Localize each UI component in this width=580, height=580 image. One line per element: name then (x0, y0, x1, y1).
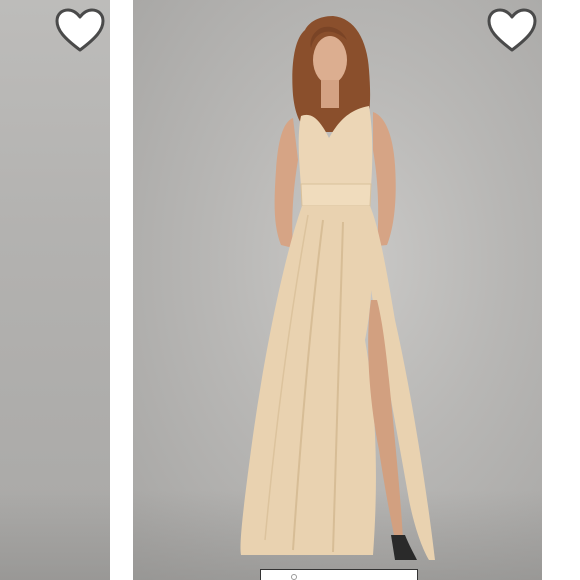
model-shoe (391, 535, 417, 560)
like-button-previous[interactable] (54, 8, 106, 54)
model-face (313, 36, 347, 84)
current-product-image[interactable] (133, 0, 542, 580)
model-in-dress-photo (133, 0, 542, 580)
heart-outline-icon (487, 8, 537, 52)
listing-image-carousel[interactable] (0, 0, 580, 580)
previous-product-image[interactable] (0, 0, 110, 580)
model-left-arm (274, 118, 298, 248)
carousel-gap (110, 0, 133, 580)
floor-shadow (0, 490, 110, 580)
dress-sash (300, 183, 372, 207)
heart-outline-icon (55, 8, 105, 52)
handle-dot-icon (291, 574, 297, 580)
dress-illustration (240, 16, 435, 560)
like-button-current[interactable] (486, 8, 538, 54)
bottom-sheet-handle[interactable] (260, 569, 418, 580)
carousel-gap (542, 0, 580, 580)
